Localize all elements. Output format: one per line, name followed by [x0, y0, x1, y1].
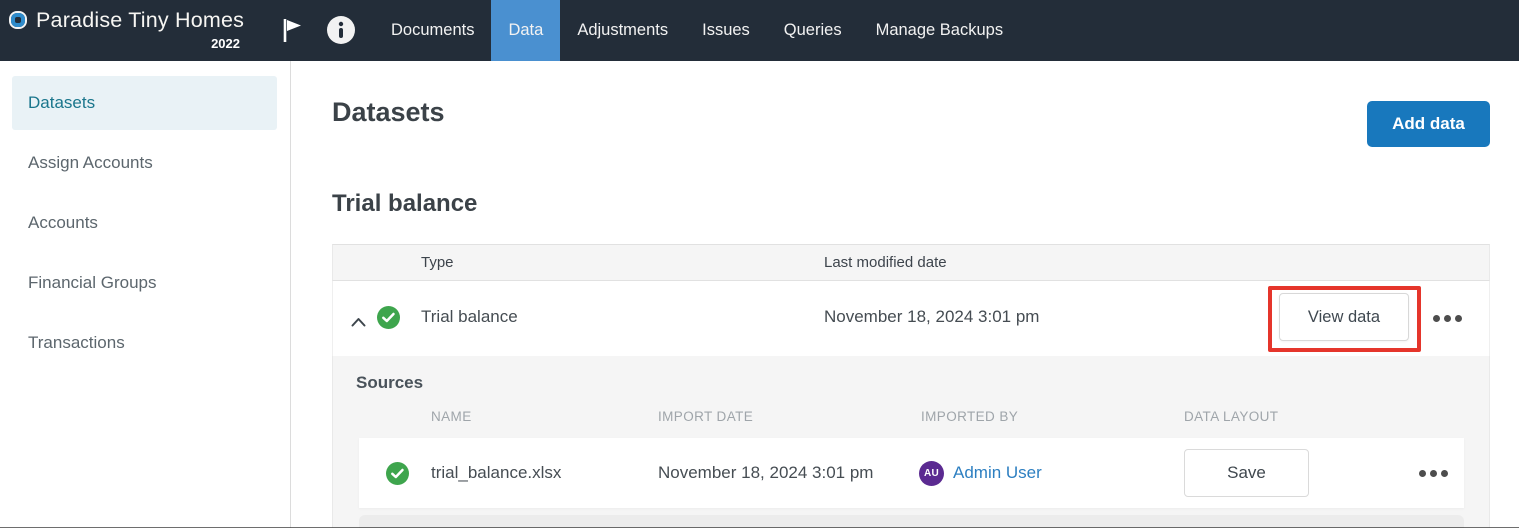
dataset-table-header: Type Last modified date	[332, 244, 1490, 281]
sidebar-item-assign-accounts[interactable]: Assign Accounts	[0, 153, 290, 173]
collapse-chevron-icon[interactable]	[351, 314, 366, 332]
nav-item-data[interactable]: Data	[491, 0, 560, 61]
dataset-more-options-icon[interactable]	[1433, 315, 1462, 322]
dataset-type-label: Trial balance	[421, 307, 518, 327]
sidebar-item-financial-groups[interactable]: Financial Groups	[0, 273, 290, 293]
column-header-type: Type	[421, 254, 454, 271]
column-header-name: NAME	[431, 409, 472, 424]
engagement-year: 2022	[36, 36, 240, 51]
nav-item-adjustments[interactable]: Adjustments	[560, 0, 685, 61]
sidebar-item-accounts[interactable]: Accounts	[0, 213, 290, 233]
section-title: Trial balance	[332, 190, 477, 218]
dataset-row-trial-balance: Trial balance November 18, 2024 3:01 pm …	[332, 281, 1490, 356]
view-data-button[interactable]: View data	[1279, 293, 1409, 341]
sources-heading: Sources	[356, 373, 423, 393]
column-header-imported-by: IMPORTED BY	[921, 409, 1018, 424]
nav-item-queries[interactable]: Queries	[767, 0, 859, 61]
sources-panel: Sources NAME IMPORT DATE IMPORTED BY DAT…	[332, 356, 1490, 528]
source-status-check-icon	[386, 462, 409, 490]
sidebar: Datasets Assign Accounts Accounts Financ…	[0, 61, 291, 528]
nav-item-manage-backups[interactable]: Manage Backups	[859, 0, 1021, 61]
imported-by-user-link[interactable]: Admin User	[953, 463, 1042, 483]
source-more-options-icon[interactable]	[1419, 470, 1448, 477]
nav-item-documents[interactable]: Documents	[374, 0, 491, 61]
nav-item-issues[interactable]: Issues	[685, 0, 767, 61]
save-button[interactable]: Save	[1184, 449, 1309, 497]
user-avatar: AU	[919, 461, 944, 486]
page-title: Datasets	[332, 97, 445, 128]
engagement-title: Paradise Tiny Homes	[36, 8, 244, 33]
status-check-icon	[377, 306, 400, 334]
column-header-import-date: IMPORT DATE	[658, 409, 753, 424]
top-navbar: Paradise Tiny Homes 2022 Documents Data …	[0, 0, 1519, 61]
dataset-last-modified: November 18, 2024 3:01 pm	[824, 307, 1039, 327]
column-header-data-layout: DATA LAYOUT	[1184, 409, 1278, 424]
sidebar-item-transactions[interactable]: Transactions	[0, 333, 290, 353]
app-logo-icon	[11, 13, 25, 27]
source-file-name: trial_balance.xlsx	[431, 463, 561, 483]
flag-icon[interactable]	[277, 15, 307, 45]
dataset-table: Type Last modified date Trial balance No…	[332, 244, 1490, 356]
source-row: trial_balance.xlsx November 18, 2024 3:0…	[359, 438, 1464, 508]
column-header-last-modified: Last modified date	[824, 254, 947, 271]
source-import-date: November 18, 2024 3:01 pm	[658, 463, 873, 483]
info-icon[interactable]	[326, 15, 356, 45]
app-window: Paradise Tiny Homes 2022 Documents Data …	[0, 0, 1519, 528]
sidebar-item-datasets[interactable]: Datasets	[12, 76, 277, 130]
main-nav: Documents Data Adjustments Issues Querie…	[374, 0, 1020, 61]
add-data-button[interactable]: Add data	[1367, 101, 1490, 147]
